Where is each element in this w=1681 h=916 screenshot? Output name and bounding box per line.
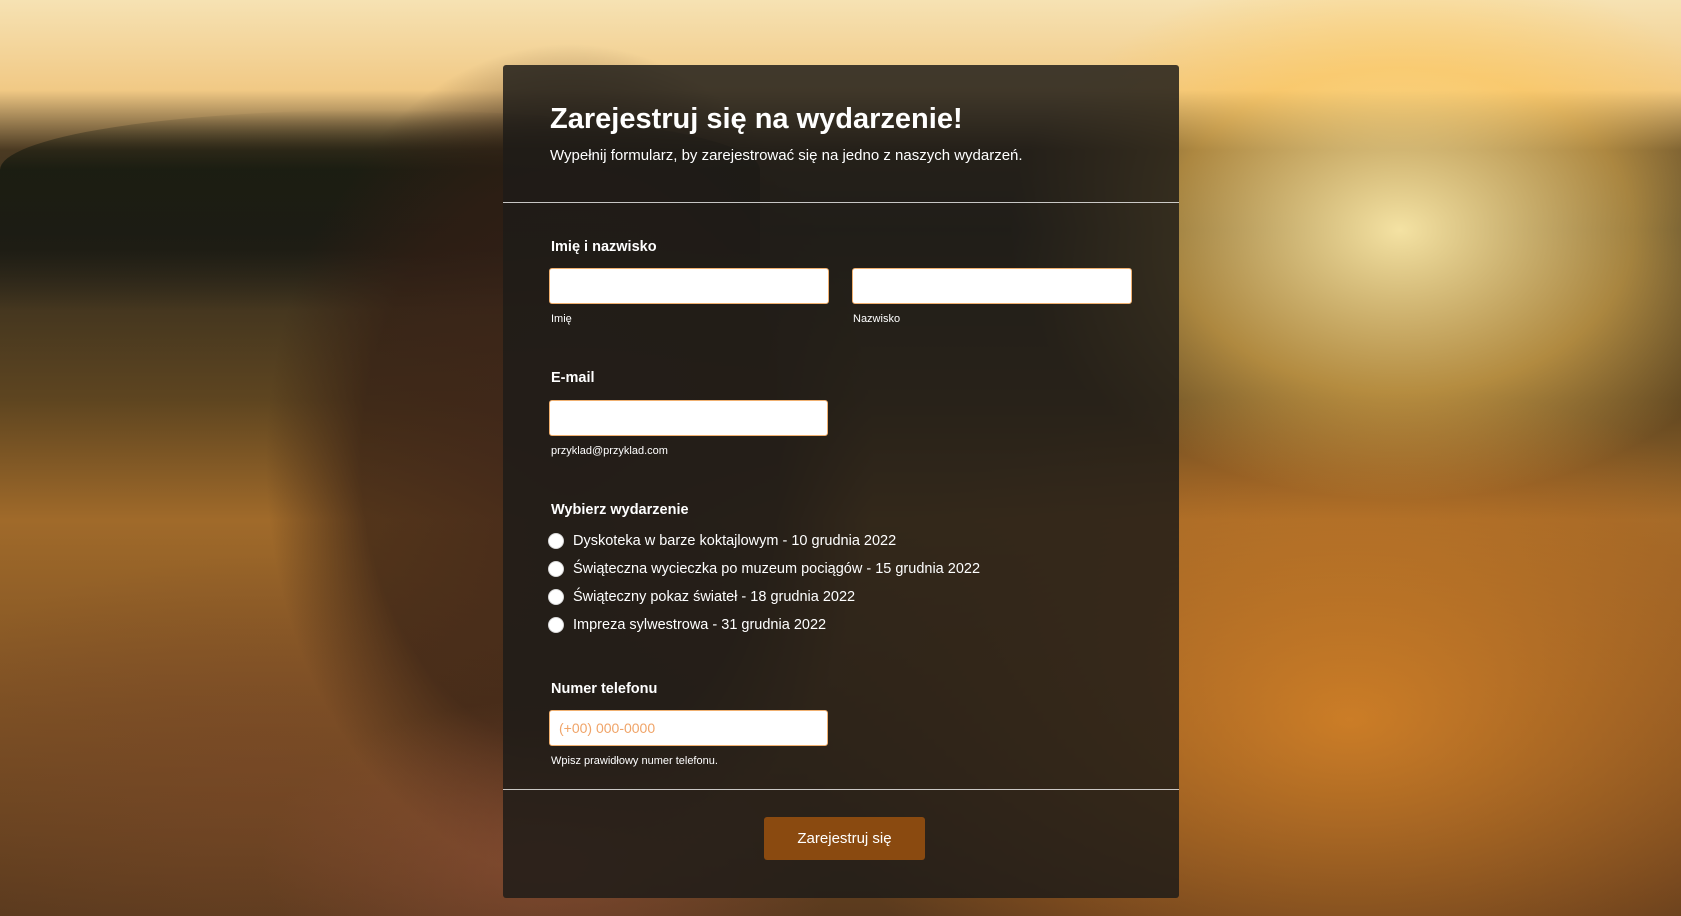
- radio-button[interactable]: [548, 533, 564, 549]
- event-label: Wybierz wydarzenie: [551, 502, 689, 518]
- event-option-label: Impreza sylwestrowa - 31 grudnia 2022: [573, 617, 827, 633]
- last-name-input[interactable]: [852, 268, 1132, 304]
- email-sublabel: przyklad@przyklad.com: [551, 445, 668, 457]
- first-name-input[interactable]: [549, 268, 829, 304]
- registration-form: Zarejestruj się na wydarzenie! Wypełnij …: [503, 65, 1179, 898]
- event-option-label: Dyskoteka w barze koktajlowym - 10 grudn…: [573, 533, 897, 549]
- event-option-4[interactable]: Impreza sylwestrowa - 31 grudnia 2022: [548, 613, 826, 637]
- phone-input[interactable]: [549, 710, 828, 746]
- email-input[interactable]: [549, 400, 828, 436]
- form-subtitle: Wypełnij formularz, by zarejestrować się…: [550, 147, 1023, 164]
- event-option-label: Świąteczny pokaz świateł - 18 grudnia 20…: [573, 589, 856, 605]
- radio-button[interactable]: [548, 589, 564, 605]
- radio-button[interactable]: [548, 561, 564, 577]
- email-label: E-mail: [551, 370, 595, 386]
- event-option-1[interactable]: Dyskoteka w barze koktajlowym - 10 grudn…: [548, 529, 896, 553]
- submit-button[interactable]: Zarejestruj się: [764, 817, 925, 860]
- event-option-3[interactable]: Świąteczny pokaz świateł - 18 grudnia 20…: [548, 585, 855, 609]
- form-header: Zarejestruj się na wydarzenie! Wypełnij …: [503, 65, 1179, 203]
- event-option-label: Świąteczna wycieczka po muzeum pociągów …: [573, 561, 981, 577]
- radio-button[interactable]: [548, 617, 564, 633]
- first-name-sublabel: Imię: [551, 313, 572, 325]
- form-title: Zarejestruj się na wydarzenie!: [550, 103, 963, 135]
- name-label: Imię i nazwisko: [551, 239, 657, 255]
- event-option-2[interactable]: Świąteczna wycieczka po muzeum pociągów …: [548, 557, 980, 581]
- last-name-sublabel: Nazwisko: [853, 313, 901, 325]
- footer-divider: [503, 789, 1179, 790]
- phone-label: Numer telefonu: [551, 681, 658, 697]
- phone-sublabel: Wpisz prawidłowy numer telefonu.: [551, 755, 718, 767]
